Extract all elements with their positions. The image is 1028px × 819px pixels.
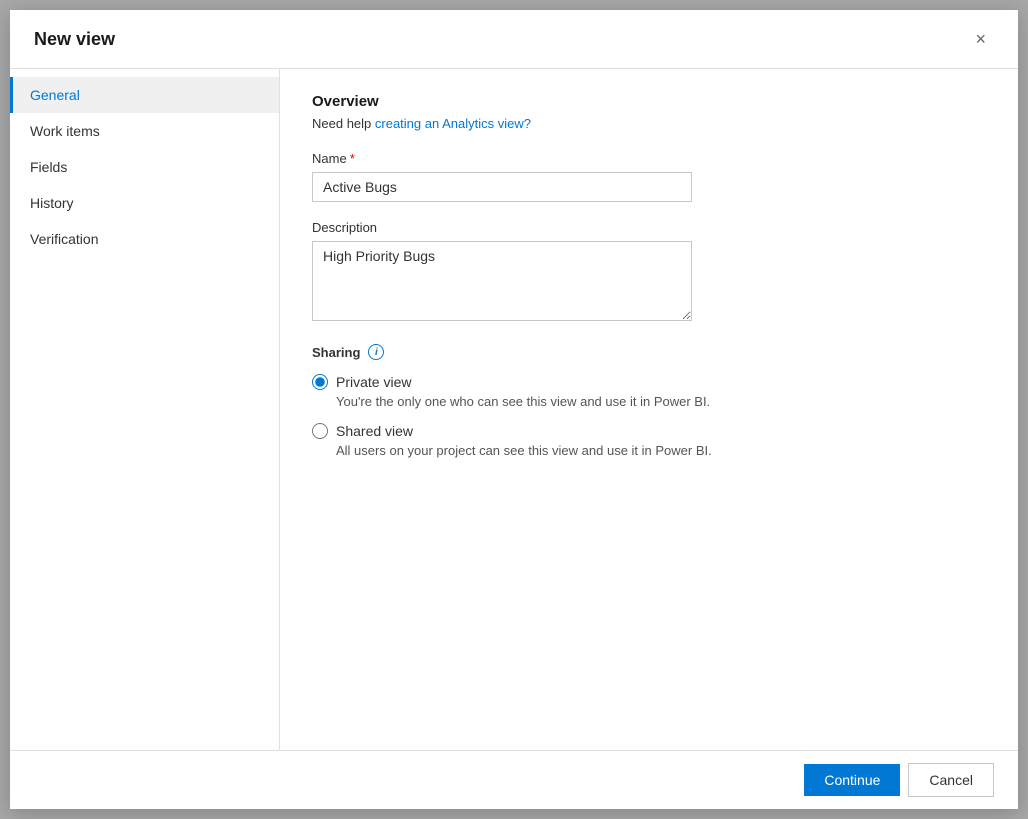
private-view-option: Private view You're the only one who can… (312, 374, 986, 409)
shared-view-text: Shared view (336, 423, 413, 439)
sidebar-item-history-label: History (30, 195, 74, 211)
private-view-radio[interactable] (312, 374, 328, 390)
info-icon: i (368, 344, 384, 360)
help-text-prefix: Need help (312, 116, 375, 131)
sidebar-item-verification[interactable]: Verification (10, 221, 279, 257)
description-label: Description (312, 220, 986, 235)
new-view-dialog: New view × General Work items Fields His… (10, 10, 1018, 809)
dialog-title: New view (34, 29, 115, 50)
description-field-group: Description (312, 220, 986, 326)
sidebar-item-general[interactable]: General (10, 77, 279, 113)
name-label: Name* (312, 151, 986, 166)
name-field-group: Name* (312, 151, 986, 202)
shared-view-description: All users on your project can see this v… (336, 443, 986, 458)
dialog-footer: Continue Cancel (10, 750, 1018, 809)
private-view-label[interactable]: Private view (312, 374, 986, 390)
sidebar-item-verification-label: Verification (30, 231, 98, 247)
name-input[interactable] (312, 172, 692, 202)
dialog-overlay: New view × General Work items Fields His… (0, 0, 1028, 819)
private-view-description: You're the only one who can see this vie… (336, 394, 986, 409)
description-textarea[interactable] (312, 241, 692, 321)
sidebar-item-history[interactable]: History (10, 185, 279, 221)
content-area: Overview Need help creating an Analytics… (280, 69, 1018, 750)
sidebar: General Work items Fields History Verifi… (10, 69, 280, 750)
help-link[interactable]: creating an Analytics view? (375, 116, 531, 131)
required-star: * (350, 151, 355, 166)
sharing-row: Sharing i (312, 344, 986, 360)
sidebar-item-work-items[interactable]: Work items (10, 113, 279, 149)
sharing-label: Sharing (312, 345, 360, 360)
cancel-button[interactable]: Cancel (908, 763, 994, 797)
sidebar-item-fields-label: Fields (30, 159, 67, 175)
dialog-body: General Work items Fields History Verifi… (10, 69, 1018, 750)
private-view-text: Private view (336, 374, 411, 390)
close-button[interactable]: × (967, 26, 994, 52)
sidebar-item-general-label: General (30, 87, 80, 103)
shared-view-option: Shared view All users on your project ca… (312, 423, 986, 458)
sidebar-item-fields[interactable]: Fields (10, 149, 279, 185)
help-text: Need help creating an Analytics view? (312, 116, 986, 131)
shared-view-radio[interactable] (312, 423, 328, 439)
dialog-header: New view × (10, 10, 1018, 69)
overview-title: Overview (312, 93, 986, 110)
continue-button[interactable]: Continue (804, 764, 900, 796)
sidebar-item-work-items-label: Work items (30, 123, 100, 139)
shared-view-label[interactable]: Shared view (312, 423, 986, 439)
